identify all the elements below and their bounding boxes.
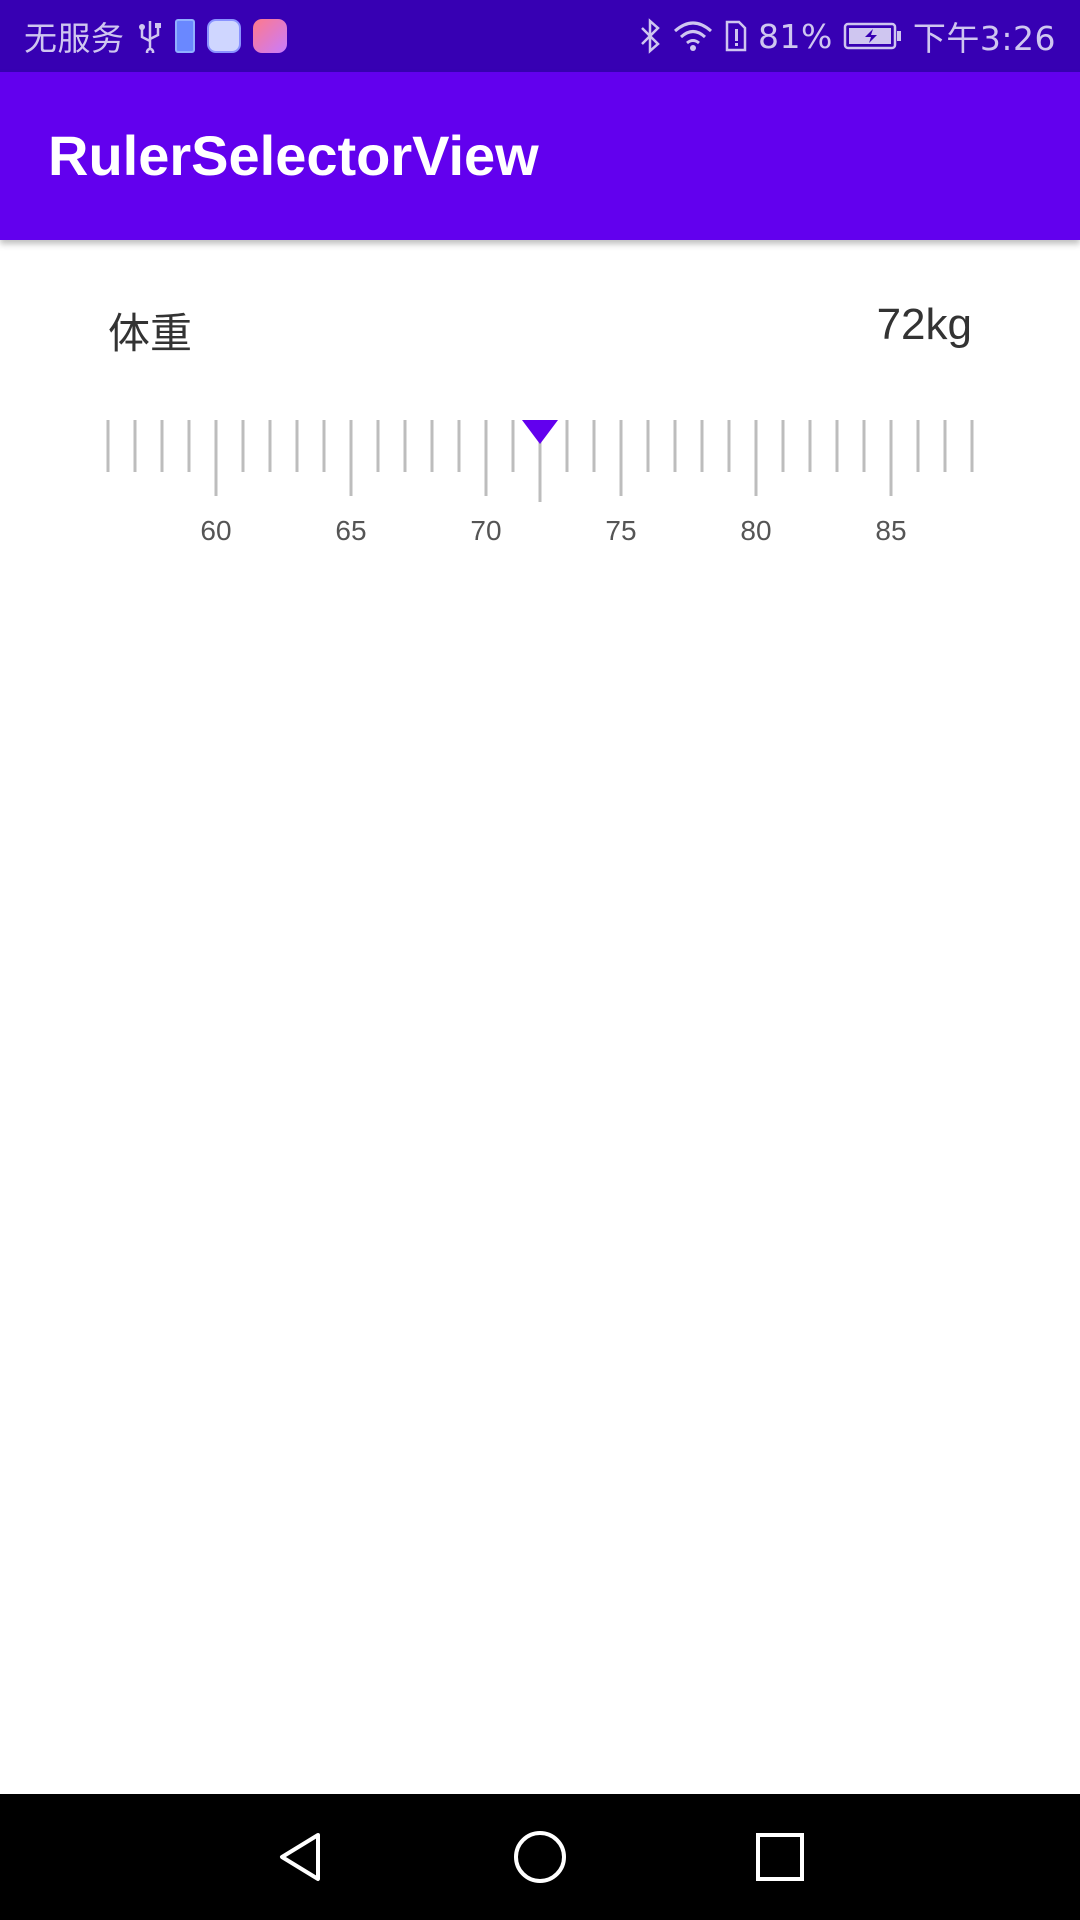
- battery-icon: [843, 21, 903, 51]
- app-bar: RulerSelectorView: [0, 72, 1080, 240]
- battery-percent: 81%: [758, 16, 833, 56]
- navigation-bar: [0, 1794, 1080, 1920]
- recents-icon: [756, 1833, 804, 1881]
- wifi-icon: [672, 19, 714, 53]
- status-bar-left: 无服务: [24, 0, 287, 72]
- weight-ruler-selector[interactable]: 60 65 70 75 80 85: [0, 400, 1080, 560]
- weight-value: 72kg: [876, 300, 972, 349]
- paint-app-icon: [252, 19, 287, 53]
- home-icon: [514, 1831, 566, 1883]
- ruler-tick-label: 75: [605, 515, 636, 546]
- ruler-tick-label: 65: [335, 515, 366, 546]
- ruler-tick-label: 60: [200, 515, 231, 546]
- status-bar-right: 81% 下午3:26: [638, 0, 1056, 72]
- back-icon: [280, 1833, 320, 1881]
- bluetooth-icon: [638, 18, 662, 54]
- clock-text: 下午3:26: [912, 19, 1056, 58]
- weight-label: 体重: [108, 309, 193, 358]
- carrier-text: 无服务: [24, 19, 125, 58]
- sim-alert-icon: [724, 19, 748, 53]
- recents-button[interactable]: [720, 1794, 840, 1920]
- usb-icon: [137, 19, 163, 53]
- ruler-indicator-triangle: [522, 420, 558, 444]
- ruler-tick-label: 70: [470, 515, 501, 546]
- home-button[interactable]: [480, 1794, 600, 1920]
- browser-app-icon: [206, 19, 241, 53]
- ruler-tick-label: 85: [875, 515, 906, 546]
- status-bar: 无服务 81% 下午3:26: [0, 0, 1080, 72]
- battery-charging-icon: [174, 19, 195, 53]
- ruler-tick-label: 80: [740, 515, 771, 546]
- app-title: RulerSelectorView: [48, 124, 539, 187]
- back-button[interactable]: [240, 1794, 360, 1920]
